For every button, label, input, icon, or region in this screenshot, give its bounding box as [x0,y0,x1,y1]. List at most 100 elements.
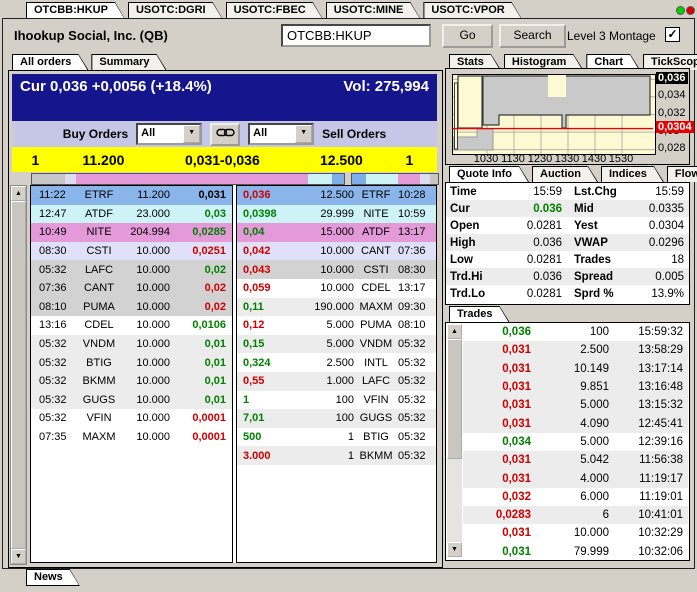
sell-filter-dropdown[interactable]: All ▼ [248,123,315,145]
bid-row-csti[interactable]: 08:30 CSTI 10.000 0,0251 [31,241,232,261]
ask-row-vfin[interactable]: 1 100 VFIN 05:32 [237,390,436,410]
bid-price: 0,01 [204,375,226,388]
link-sides-button[interactable] [210,122,241,146]
tab-usotc-vpor[interactable]: USOTC:VPOR [423,2,521,19]
tab-label: USOTC:FBEC [227,3,322,18]
bid-row-puma[interactable]: 08:10 PUMA 10.000 0,02 [31,297,232,317]
trade-row[interactable]: 0,031 4.000 11:19:17 [463,469,688,488]
tab-label: Summary [92,55,165,70]
quote-label: Yest [574,219,598,232]
trades-scrollbar[interactable]: ▲ ▼ [447,324,462,557]
trade-row[interactable]: 0,031 4.090 12:45:41 [463,414,688,433]
tab-label: Auction [533,167,597,182]
ask-row-intl[interactable]: 0,324 2.500 INTL 05:32 [237,353,436,372]
bid-row-gugs[interactable]: 05:32 GUGS 10.000 0,01 [31,390,232,410]
ask-row-bkmm[interactable]: 3.000 1 BKMM 05:32 [237,446,436,465]
ask-row-puma[interactable]: 0,12 5.000 PUMA 08:10 [237,316,436,335]
scroll-down-icon[interactable]: ▼ [11,549,26,564]
bid-time: 05:32 [39,393,67,406]
trade-row[interactable]: 0,031 5.000 13:15:32 [463,396,688,415]
bid-mm: CDEL [84,319,114,332]
ask-row-nite[interactable]: 0,0398 29.999 NITE 10:59 [237,204,436,224]
bid-row-vndm[interactable]: 05:32 VNDM 10.000 0,01 [31,334,232,354]
scroll-up-icon[interactable]: ▲ [447,324,462,339]
buy-filter-value: All [141,127,156,139]
scroll-down-icon[interactable]: ▼ [447,542,462,557]
bid-row-cdel[interactable]: 13:16 CDEL 10.000 0,0106 [31,316,232,335]
ask-row-csti[interactable]: 0,043 10.000 CSTI 08:30 [237,260,436,279]
inside-market-bar: 1 11.200 0,031-0,036 12.500 1 [12,147,437,172]
bid-time: 13:16 [39,319,67,332]
bid-time: 11:22 [39,189,66,202]
trade-row[interactable]: 0,031 10.149 13:17:14 [463,359,688,378]
search-button[interactable]: Search [499,24,566,48]
quote-value: 0.0304 [648,219,684,232]
trade-price: 0,031 [502,527,531,540]
bid-row-bkmm[interactable]: 05:32 BKMM 10.000 0,01 [31,371,232,391]
tab-trades[interactable]: Trades [449,306,509,322]
ask-row-cdel[interactable]: 0,059 10.000 CDEL 13:17 [237,278,436,298]
trade-price: 0,0283 [495,509,531,522]
ask-row-btig[interactable]: 500 1 BTIG 05:32 [237,427,436,447]
symbol-input[interactable] [281,24,431,47]
bid-row-vfin[interactable]: 05:32 VFIN 10.000 0,0001 [31,409,232,428]
bid-price: 0,031 [198,189,226,202]
trade-row[interactable]: 0,031 79.999 10:32:06 [463,542,688,560]
bid-mm: VNDM [82,338,116,351]
tab-usotc-fbec[interactable]: USOTC:FBEC [226,2,323,19]
trade-row[interactable]: 0,031 2.500 13:58:29 [463,341,688,360]
montage-scrollbar[interactable]: ▲ ▼ [10,185,27,565]
quote-row-open: Open 0.0281 Yest 0.0304 [446,217,689,234]
ask-time: 09:30 [398,300,426,313]
ask-row-lafc[interactable]: 0,55 1.000 LAFC 05:32 [237,371,436,391]
ask-row-atdf[interactable]: 0,04 15.000 ATDF 13:17 [237,223,436,242]
trade-row[interactable]: 0,032 6.000 11:19:01 [463,487,688,506]
tab-indices[interactable]: Indices [601,166,664,182]
trade-row[interactable]: 0,036 100 15:59:32 [463,323,688,342]
bid-row-maxm[interactable]: 07:35 MAXM 10.000 0,0001 [31,427,232,447]
bid-size: 10.000 [136,356,170,369]
trade-row[interactable]: 0,031 10.000 10:32:29 [463,524,688,543]
x-tick-label: 1130 [501,153,525,165]
tab-quote-info[interactable]: Quote Info [449,166,529,182]
tab-usotc-dgri[interactable]: USOTC:DGRI [128,2,223,19]
tab-all-orders[interactable]: All orders [12,54,88,70]
status-led-red-icon [686,6,695,15]
buy-filter-dropdown[interactable]: All ▼ [136,123,203,145]
bid-row-cant[interactable]: 07:36 CANT 10.000 0,02 [31,278,232,298]
tab-flow[interactable]: Flow [667,166,697,182]
tab-auction[interactable]: Auction [532,166,598,182]
trade-row[interactable]: 0,031 5.042 11:56:38 [463,451,688,470]
ask-row-gugs[interactable]: 7,01 100 GUGS 05:32 [237,409,436,428]
ask-row-etrf[interactable]: 0,036 12.500 ETRF 10:28 [237,186,436,205]
ask-row-vndm[interactable]: 0,15 5.000 VNDM 05:32 [237,334,436,354]
bid-row-lafc[interactable]: 05:32 LAFC 10.000 0,02 [31,260,232,279]
bid-row-atdf[interactable]: 12:47 ATDF 23.000 0,03 [31,204,232,224]
go-button[interactable]: Go [442,24,493,48]
ask-row-maxm[interactable]: 0,11 190.000 MAXM 09:30 [237,297,436,317]
ask-price: 1 [243,393,250,406]
depth-segment [65,174,76,184]
level3-montage-checkbox[interactable]: ✓ [665,27,680,42]
bid-row-etrf[interactable]: 11:22 ETRF 11.200 0,031 [31,186,232,205]
chevron-down-icon[interactable]: ▼ [183,125,201,143]
tab-news[interactable]: News [26,569,80,586]
trade-row[interactable]: 0,0283 6 10:41:01 [463,505,688,525]
tab-summary[interactable]: Summary [91,54,166,70]
bid-price: 0,0001 [192,431,226,444]
bid-row-btig[interactable]: 05:32 BTIG 10.000 0,01 [31,353,232,372]
trades-scrollbar-thumb[interactable] [447,339,462,459]
ask-row-cant[interactable]: 0,042 10.000 CANT 07:36 [237,241,436,261]
trade-row[interactable]: 0,034 5.000 12:39:16 [463,432,688,452]
tab-otcbb-hkup[interactable]: OTCBB:HKUP [26,2,125,19]
montage-scrollbar-thumb[interactable] [11,201,26,549]
trade-row[interactable]: 0,031 9.851 13:16:48 [463,377,688,397]
bid-time: 08:30 [39,245,67,258]
x-tick-label: 1230 [527,153,553,165]
scroll-up-icon[interactable]: ▲ [11,186,26,201]
trade-size: 100 [589,326,609,339]
chevron-down-icon[interactable]: ▼ [295,125,313,143]
tab-usotc-mine[interactable]: USOTC:MINE [326,2,421,19]
bid-row-nite[interactable]: 10:49 NITE 204.994 0,0285 [31,223,232,242]
ask-size: 10.000 [320,263,354,276]
